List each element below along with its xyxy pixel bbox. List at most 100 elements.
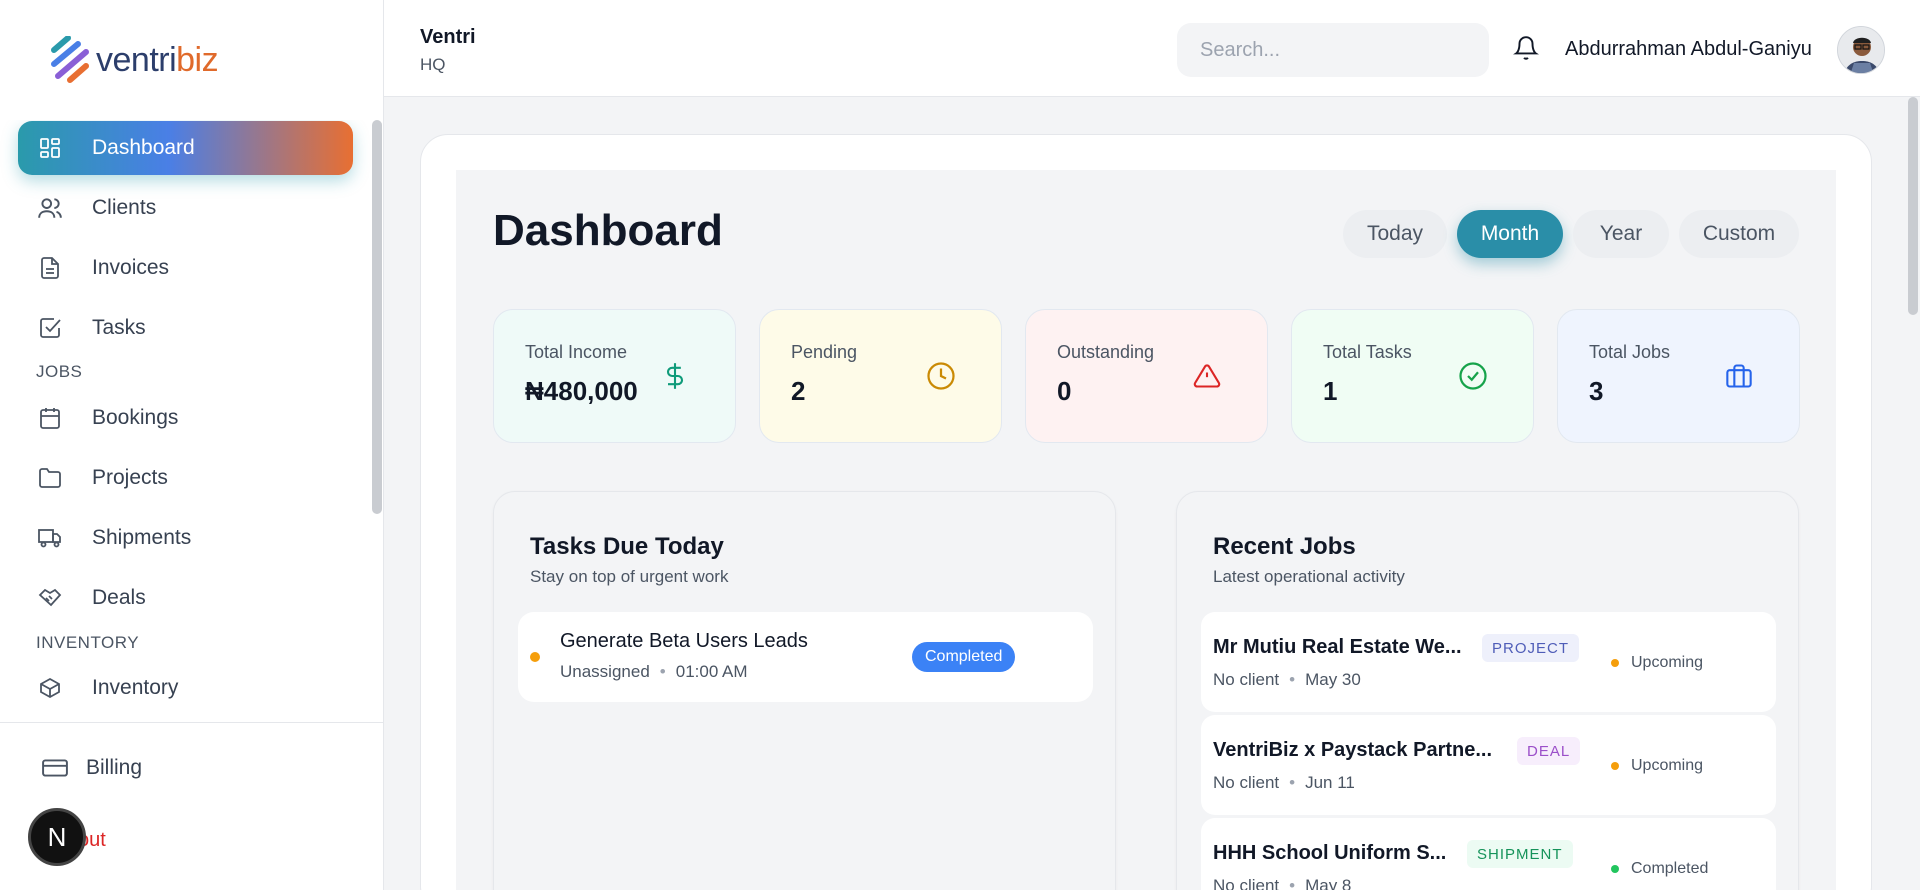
sidebar-item-bookings[interactable]: Bookings	[18, 391, 353, 445]
job-title: HHH School Uniform S...	[1213, 842, 1447, 864]
clock-icon	[924, 359, 958, 393]
logo-mark-icon	[51, 36, 89, 83]
stat-label: Total Tasks	[1323, 342, 1412, 362]
job-client: No client	[1213, 876, 1280, 890]
job-type-tag: DEAL	[1517, 737, 1581, 765]
app-logo[interactable]: ventribiz	[48, 34, 219, 86]
job-status: Upcoming	[1611, 757, 1703, 775]
search-input[interactable]	[1177, 23, 1489, 77]
sidebar-nav: Dashboard Clients Invoices Tasks JOBS Bo	[0, 120, 376, 722]
sidebar-item-label: Clients	[92, 196, 157, 219]
job-type-tag: PROJECT	[1482, 634, 1580, 662]
folder-icon	[36, 464, 64, 492]
file-text-icon	[36, 254, 64, 282]
job-client: No client	[1213, 670, 1280, 689]
status-badge: Completed	[912, 642, 1016, 672]
job-status: Completed	[1611, 860, 1708, 878]
users-icon	[36, 194, 64, 222]
job-status-label: Completed	[1631, 860, 1709, 877]
calendar-icon	[36, 404, 64, 432]
stat-value: 3	[1589, 376, 1604, 406]
job-status-label: Upcoming	[1631, 757, 1704, 774]
sidebar-item-projects[interactable]: Projects	[18, 451, 353, 505]
stat-value: 0	[1057, 376, 1072, 406]
stat-label: Outstanding	[1057, 342, 1155, 362]
sidebar-section-inventory: INVENTORY	[36, 633, 140, 652]
sidebar-item-shipments[interactable]: Shipments	[18, 511, 353, 565]
job-type-tag: SHIPMENT	[1467, 840, 1573, 868]
sidebar-item-label: Deals	[92, 586, 146, 609]
panel-title: Recent Jobs	[1213, 533, 1356, 560]
sidebar-scrollbar[interactable]	[372, 120, 382, 514]
stat-value: ₦480,000	[525, 376, 638, 406]
sidebar-item-deals[interactable]: Deals	[18, 571, 353, 625]
status-dot	[530, 652, 540, 662]
recent-jobs-panel: Recent Jobs Latest operational activity …	[1176, 491, 1799, 890]
task-assignee: Unassigned	[560, 662, 650, 681]
filter-month[interactable]: Month	[1457, 210, 1563, 258]
sidebar-item-label: Shipments	[92, 526, 192, 549]
job-meta: No client • May 30	[1213, 670, 1361, 689]
job-date: May 30	[1305, 670, 1361, 689]
job-title: Mr Mutiu Real Estate We...	[1213, 636, 1462, 658]
stat-label: Total Income	[525, 342, 628, 362]
stat-card-total-income[interactable]: Total Income ₦480,000	[493, 309, 736, 443]
sidebar-item-tasks[interactable]: Tasks	[18, 301, 353, 355]
filter-year[interactable]: Year	[1573, 210, 1669, 258]
org-name[interactable]: Ventri	[420, 26, 476, 49]
check-square-icon	[36, 314, 64, 342]
filter-custom[interactable]: Custom	[1679, 210, 1799, 258]
n-badge-button[interactable]: N	[28, 808, 86, 866]
job-client: No client	[1213, 773, 1280, 792]
job-date: Jun 11	[1305, 773, 1355, 792]
job-date: May 8	[1305, 876, 1352, 890]
filter-today[interactable]: Today	[1343, 210, 1447, 258]
job-title: VentriBiz x Paystack Partne...	[1213, 739, 1493, 761]
panel-title: Tasks Due Today	[530, 533, 724, 560]
status-dot	[1611, 659, 1619, 667]
job-row[interactable]: HHH School Uniform S... SHIPMENT No clie…	[1201, 818, 1776, 890]
job-status-label: Upcoming	[1631, 654, 1704, 671]
panel-subtitle: Latest operational activity	[1213, 567, 1405, 586]
sidebar: ventribiz Dashboard Clients Invoices Tas…	[0, 0, 384, 890]
stat-card-pending[interactable]: Pending 2	[759, 309, 1002, 443]
sidebar-item-dashboard[interactable]: Dashboard	[18, 121, 353, 175]
grid-icon	[36, 134, 64, 162]
sidebar-item-label: Inventory	[92, 676, 179, 699]
job-row[interactable]: VentriBiz x Paystack Partne... DEAL No c…	[1201, 715, 1776, 815]
billing-button[interactable]: Billing	[42, 756, 142, 780]
sidebar-item-label: Projects	[92, 466, 168, 489]
org-subtitle: HQ	[420, 55, 446, 74]
sidebar-item-inventory[interactable]: Inventory	[18, 661, 353, 715]
job-row[interactable]: Mr Mutiu Real Estate We... PROJECT No cl…	[1201, 612, 1776, 712]
sidebar-item-label: Tasks	[92, 316, 146, 339]
package-icon	[36, 674, 64, 702]
check-circle-icon	[1456, 359, 1490, 393]
page-title: Dashboard	[493, 206, 723, 255]
top-header: Ventri HQ Abdurrahman Abdul-Ganiyu	[384, 0, 1920, 97]
credit-card-icon	[42, 757, 68, 779]
handshake-icon	[36, 584, 64, 612]
sidebar-item-label: Dashboard	[92, 136, 195, 159]
sidebar-item-clients[interactable]: Clients	[18, 181, 353, 235]
truck-icon	[36, 524, 64, 552]
stat-value: 1	[1323, 376, 1338, 406]
billing-label: Billing	[86, 756, 143, 779]
briefcase-icon	[1722, 359, 1756, 393]
stat-card-outstanding[interactable]: Outstanding 0	[1025, 309, 1268, 443]
stat-value: 2	[791, 376, 806, 406]
job-status: Upcoming	[1611, 654, 1703, 672]
job-meta: No client • Jun 11	[1213, 773, 1355, 792]
page-scrollbar[interactable]	[1908, 97, 1918, 315]
task-time: 01:00 AM	[675, 662, 748, 681]
dollar-icon	[658, 359, 692, 393]
logo-text: ventribiz	[96, 40, 219, 79]
avatar[interactable]	[1837, 26, 1885, 74]
sidebar-item-invoices[interactable]: Invoices	[18, 241, 353, 295]
task-meta: Unassigned • 01:00 AM	[560, 662, 748, 681]
stat-card-total-tasks[interactable]: Total Tasks 1	[1291, 309, 1534, 443]
bell-icon[interactable]	[1513, 34, 1539, 67]
stat-card-total-jobs[interactable]: Total Jobs 3	[1557, 309, 1800, 443]
user-name[interactable]: Abdurrahman Abdul-Ganiyu	[1565, 38, 1812, 61]
task-row[interactable]: Generate Beta Users Leads Unassigned • 01:…	[518, 612, 1093, 702]
